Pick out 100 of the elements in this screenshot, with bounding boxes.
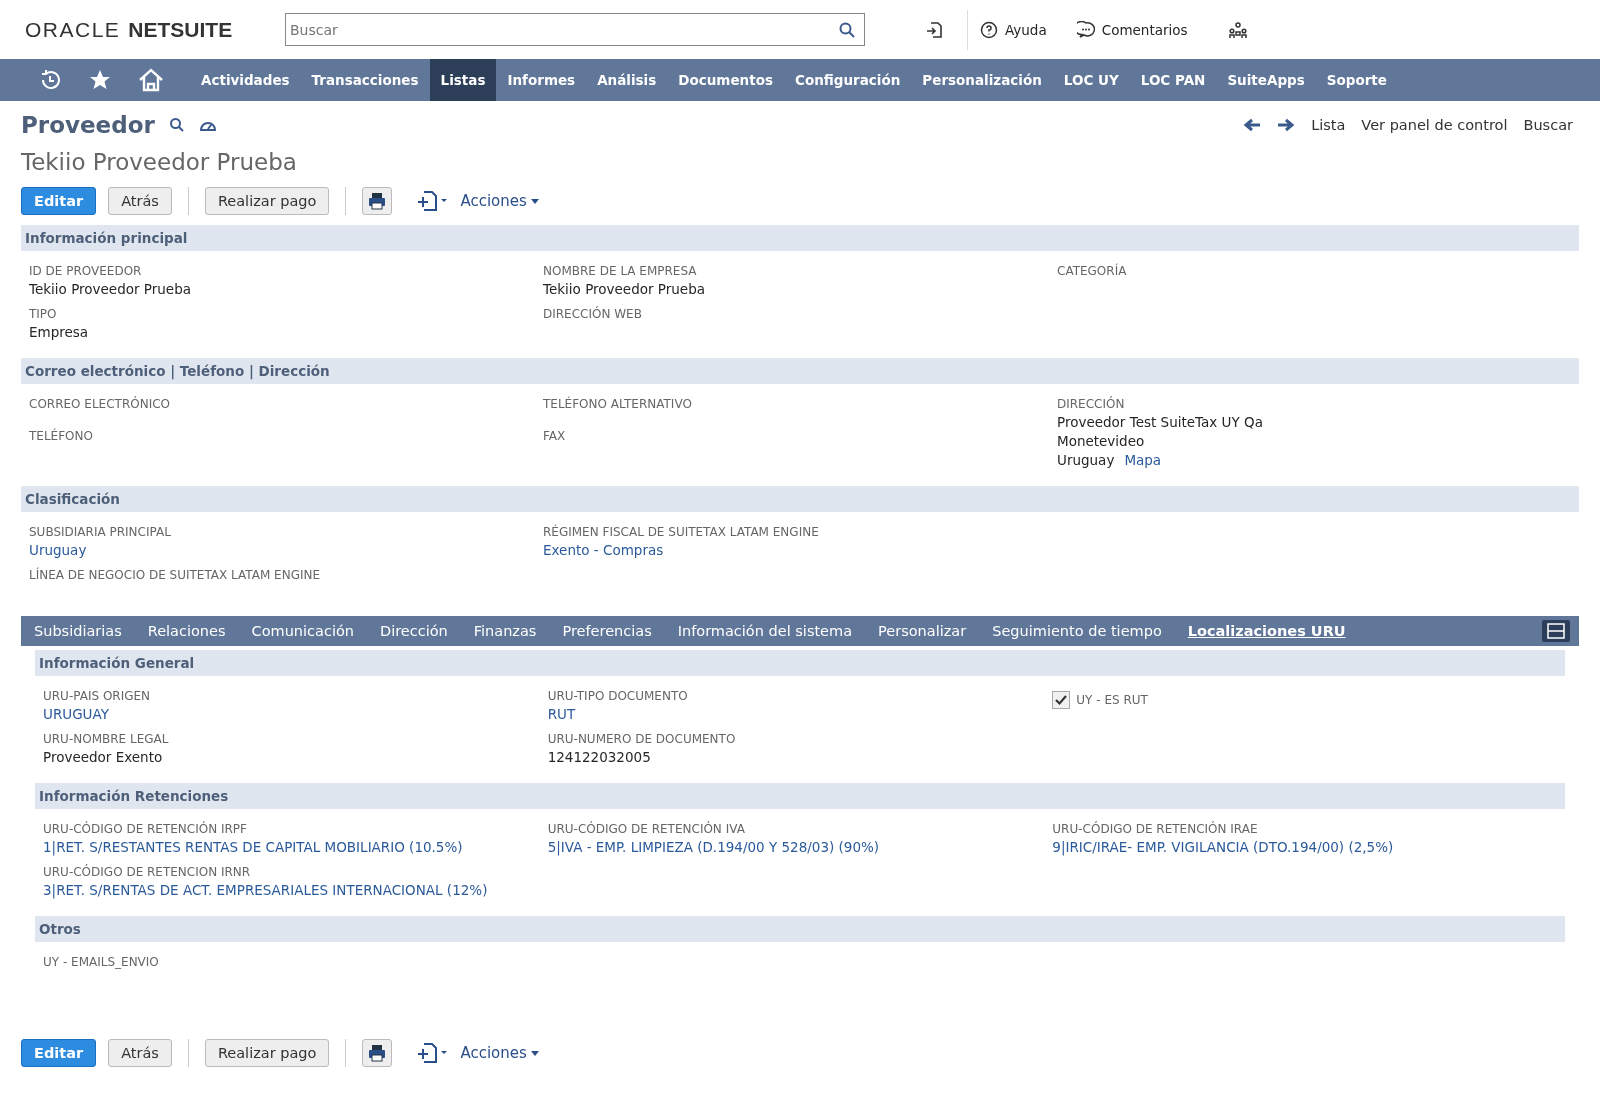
layout-toggle-icon[interactable] (1541, 619, 1571, 643)
make-payment-button[interactable]: Realizar pago (204, 187, 330, 215)
field-label: URU-NUMERO DE DOCUMENTO (547, 732, 737, 746)
field-label: LÍNEA DE NEGOCIO DE SUITETAX LATAM ENGINE (29, 568, 322, 582)
subtab[interactable]: Finanzas (473, 623, 537, 639)
field-label: TELÉFONO ALTERNATIVO (543, 397, 693, 411)
field-label: DIRECCIÓN WEB (543, 307, 643, 321)
field-link[interactable]: Exento - Compras (543, 542, 664, 558)
nav-menu-item[interactable]: Análisis (586, 59, 668, 101)
section-header: Información principal (21, 225, 1579, 251)
header-link[interactable]: Ayuda (980, 20, 1047, 39)
nav-menu-item[interactable]: Personalización (911, 59, 1053, 101)
field-label: URU-NOMBRE LEGAL (43, 732, 170, 746)
forward-arrow-icon[interactable] (1277, 118, 1296, 132)
field-label: UY - EMAILS_ENVIO (43, 955, 160, 969)
field-link[interactable]: 1|RET. S/RESTANTES RENTAS DE CAPITAL MOBILIARIO (10.5%) (43, 839, 463, 855)
section-header: Otros (35, 916, 1565, 942)
field-link[interactable]: 5|IVA - EMP. LIMPIEZA (D.194/00 Y 528/03) (90%) (547, 839, 880, 855)
field-label: URU-CÓDIGO DE RETENCION IRNR (43, 865, 252, 879)
field-link[interactable]: Mapa (1124, 452, 1162, 468)
search-field[interactable]: Buscar (285, 13, 865, 46)
nav-menu-item[interactable]: Listas (429, 59, 497, 101)
home-icon[interactable] (138, 68, 164, 92)
nav-menu-item[interactable]: Soporte (1315, 59, 1398, 101)
field-value: Tekiio Proveedor Prueba (29, 281, 191, 297)
logo-netsuite: NETSUITE (128, 17, 233, 42)
header-link[interactable]: Buscar (1523, 117, 1573, 133)
record-title: Tekiio Proveedor Prueba (21, 149, 298, 177)
field-link[interactable]: Uruguay (29, 542, 87, 558)
chat-icon (1076, 20, 1095, 39)
field-value: 124122032005 (547, 749, 651, 765)
section-header: Información General (35, 650, 1565, 676)
field-value: Tekiio Proveedor Prueba (543, 281, 705, 297)
field-label: CORREO ELECTRÓNICO (29, 397, 172, 411)
new-document-icon[interactable] (416, 1042, 449, 1064)
field-label: URU-CÓDIGO DE RETENCIÓN IRAE (1052, 822, 1259, 836)
nav-menu-item[interactable]: LOC UY (1052, 59, 1130, 101)
people-icon[interactable] (1227, 19, 1248, 40)
search-icon[interactable] (168, 117, 185, 133)
actions-menu[interactable]: Acciones (460, 1044, 539, 1062)
field-label: TELÉFONO (29, 429, 94, 443)
printer-icon (367, 191, 388, 211)
back-button[interactable]: Atrás (108, 1039, 172, 1067)
field-value: Proveedor Test SuiteTax UY Qa (1057, 414, 1263, 430)
field-label: URU-PAIS ORIGEN (43, 689, 152, 703)
header-link[interactable]: Lista (1311, 117, 1346, 133)
field-label: CATEGORÍA (1057, 264, 1128, 278)
checkbox-label: UY - ES RUT (1076, 693, 1148, 707)
subtab[interactable]: Dirección (380, 623, 448, 639)
nav-menu-item[interactable]: LOC PAN (1129, 59, 1217, 101)
logo-oracle: ORACLE (25, 17, 121, 42)
nav-menu-item[interactable]: Actividades (190, 59, 301, 101)
make-payment-button[interactable]: Realizar pago (204, 1039, 330, 1067)
edit-button[interactable]: Editar (21, 1039, 97, 1067)
nav-menu-item[interactable]: Informes (496, 59, 587, 101)
nav-menu-item[interactable]: Configuración (783, 59, 912, 101)
field-label: TIPO (29, 307, 58, 321)
record-type-title: Proveedor (21, 112, 155, 138)
field-link[interactable]: 3|RET. S/RENTAS DE ACT. EMPRESARIALES INTERNACIONAL (12%) (43, 882, 488, 898)
subtab[interactable]: Seguimiento de tiempo (992, 623, 1162, 639)
field-label: SUBSIDIARIA PRINCIPAL (29, 525, 172, 539)
header-link[interactable]: Ver panel de control (1361, 117, 1508, 133)
nav-menu-item[interactable]: Documentos (667, 59, 784, 101)
section-header: Clasificación (21, 486, 1579, 512)
subtab[interactable]: Comunicación (251, 623, 354, 639)
field-label: RÉGIMEN FISCAL DE SUITETAX LATAM ENGINE (543, 525, 820, 539)
new-document-icon[interactable] (416, 190, 449, 212)
printer-icon (367, 1043, 388, 1063)
field-link[interactable]: 9|IRIC/IRAE- EMP. VIGILANCIA (DTO.194/00) (2,5%) (1052, 839, 1394, 855)
header-link[interactable]: Comentarios (1076, 20, 1188, 39)
subtab[interactable]: Preferencias (562, 623, 652, 639)
field-label: URU-TIPO DOCUMENTO (547, 689, 689, 703)
field-label: ID DE PROVEEDOR (29, 264, 143, 278)
actions-menu[interactable]: Acciones (460, 192, 539, 210)
section-header: Información Retenciones (35, 783, 1565, 809)
subtab[interactable]: Información del sistema (677, 623, 853, 639)
field-value: Uruguay (1057, 452, 1115, 468)
subtab[interactable]: Localizaciones URU (1187, 623, 1346, 639)
field-value: Monetevideo (1057, 433, 1145, 449)
search-icon[interactable] (839, 22, 855, 38)
back-button[interactable]: Atrás (108, 187, 172, 215)
print-button[interactable] (362, 187, 393, 215)
field-label: URU-CÓDIGO DE RETENCIÓN IRPF (43, 822, 248, 836)
nav-menu-item[interactable]: SuiteApps (1216, 59, 1316, 101)
subtab[interactable]: Personalizar (878, 623, 967, 639)
checkbox[interactable] (1052, 691, 1071, 709)
field-label: NOMBRE DE LA EMPRESA (543, 264, 698, 278)
nav-menu-item[interactable]: Transacciones (300, 59, 430, 101)
back-arrow-icon[interactable] (1243, 118, 1262, 132)
field-link[interactable]: URUGUAY (43, 706, 109, 722)
subtab[interactable]: Relaciones (147, 623, 226, 639)
document-arrow-icon[interactable] (925, 19, 945, 40)
field-value: Proveedor Exento (43, 749, 163, 765)
edit-button[interactable]: Editar (21, 187, 97, 215)
print-button[interactable] (362, 1039, 393, 1067)
subtab[interactable]: Subsidiarias (34, 623, 122, 639)
field-value: Empresa (29, 324, 89, 340)
section-header: Correo electrónico | Teléfono | Dirección (21, 358, 1579, 384)
field-link[interactable]: RUT (547, 706, 576, 722)
field-label: FAX (543, 429, 567, 443)
